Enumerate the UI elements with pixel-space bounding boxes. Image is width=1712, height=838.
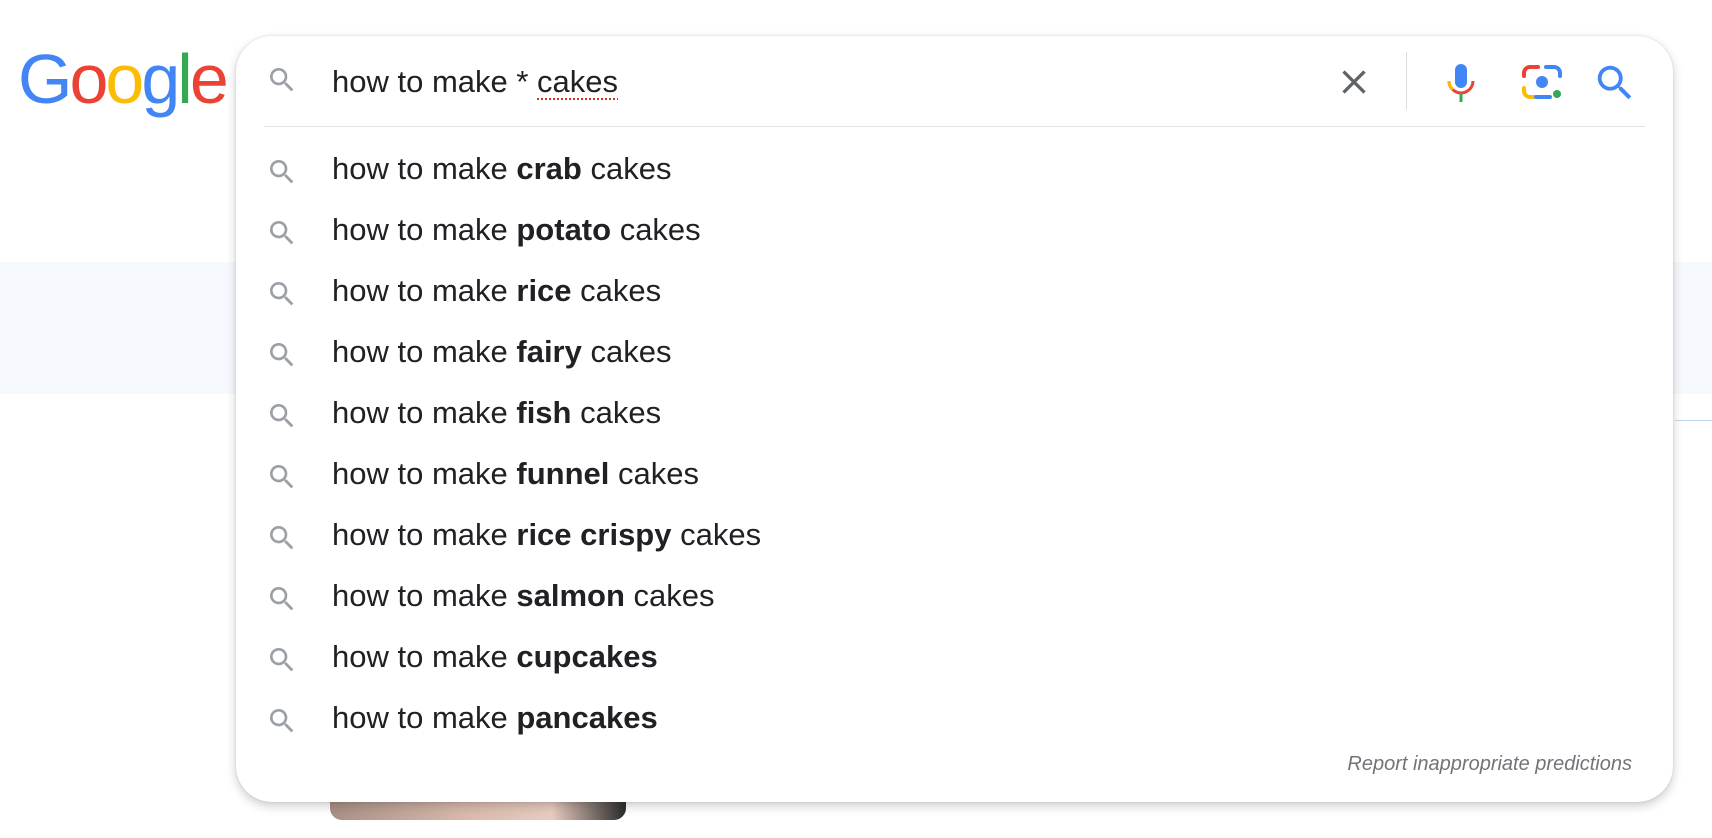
suggestion-suffix: cakes [624,578,715,613]
suggestion-item[interactable]: how to make funnel cakes [236,444,1673,505]
logo-letter-l: l [177,40,192,118]
suggestion-highlight: fairy [516,334,582,369]
suggestion-suffix: cakes [571,273,662,308]
logo-letter-o2: o [105,40,144,118]
logo-letter-e: e [189,40,229,118]
suggestion-prefix: how to make [332,334,517,369]
suggestion-highlight: crab [516,151,582,186]
suggestion-suffix: cakes [611,212,701,247]
suggestion-text: how to make funnel cakes [332,456,699,492]
suggestion-text: how to make potato cakes [332,212,701,248]
suggestion-item[interactable]: how to make fairy cakes [236,322,1673,383]
search-icon [266,339,298,376]
suggestion-item[interactable]: how to make rice cakes [236,261,1673,322]
search-input[interactable]: how to make * cakes [332,64,618,100]
search-icon [266,400,298,437]
voice-search-button[interactable] [1436,58,1486,108]
close-icon [1342,70,1366,94]
search-icon [266,644,298,681]
search-icon [266,217,298,254]
suggestion-suffix: cakes [571,395,662,430]
suggestion-list: how to make crab cakes how to make potat… [236,139,1673,749]
report-predictions-link[interactable]: Report inappropriate predictions [1347,753,1632,776]
google-logo[interactable]: Google [18,40,229,118]
search-icon [266,705,298,742]
search-icon [266,278,298,315]
search-icon [266,64,298,101]
suggestion-prefix: how to make [332,273,517,308]
suggestion-highlight: funnel [516,456,610,491]
suggestion-prefix: how to make [332,517,517,552]
suggestion-text: how to make rice crispy cakes [332,517,761,553]
logo-letter-g: G [18,40,72,118]
suggestion-prefix: how to make [332,639,517,674]
lens-search-button[interactable] [1514,58,1570,108]
suggestion-suffix: cakes [671,517,762,552]
suggestion-item[interactable]: how to make salmon cakes [236,566,1673,627]
suggestion-highlight: fish [516,395,572,430]
suggestion-text: how to make salmon cakes [332,578,715,614]
search-submit-button[interactable] [1592,60,1642,110]
lens-camera-icon [1522,65,1562,99]
suggestion-suffix: cakes [581,334,672,369]
search-icon [266,156,298,193]
misspelled-word: cakes [537,64,619,99]
suggestion-item[interactable]: how to make rice crispy cakes [236,505,1673,566]
search-bar: how to make * cakes [236,36,1673,128]
suggestion-text: how to make crab cakes [332,151,671,187]
suggestion-highlight: rice crispy [516,517,672,552]
suggestion-suffix: cakes [609,456,699,491]
suggestion-item[interactable]: how to make potato cakes [236,200,1673,261]
suggestion-highlight: cupcakes [516,639,658,674]
suggestion-prefix: how to make [332,578,517,613]
toolbar-divider [1406,52,1407,110]
suggestion-highlight: rice [516,273,572,308]
search-submit-icon [1597,65,1632,100]
suggestion-prefix: how to make [332,212,517,247]
suggestion-item[interactable]: how to make fish cakes [236,383,1673,444]
suggestion-text: how to make cupcakes [332,639,658,675]
suggestion-item[interactable]: how to make cupcakes [236,627,1673,688]
suggestion-prefix: how to make [332,700,517,735]
suggestion-text: how to make pancakes [332,700,658,736]
suggestion-text: how to make rice cakes [332,273,661,309]
query-text: how to make * [332,64,538,99]
logo-letter-o1: o [69,40,108,118]
suggestion-highlight: salmon [516,578,625,613]
suggestion-highlight: pancakes [516,700,658,735]
suggestion-divider [264,126,1645,127]
search-icon [266,583,298,620]
search-icon [266,522,298,559]
suggestion-text: how to make fairy cakes [332,334,671,370]
suggestion-prefix: how to make [332,456,517,491]
clear-button[interactable] [1334,62,1374,102]
suggestion-item[interactable]: how to make pancakes [236,688,1673,749]
search-icon [266,461,298,498]
suggestion-prefix: how to make [332,151,517,186]
logo-letter-g2: g [141,40,180,118]
suggestion-highlight: potato [516,212,612,247]
search-suggestion-panel: how to make * cakes how to make crab cak… [236,36,1673,802]
suggestion-item[interactable]: how to make crab cakes [236,139,1673,200]
suggestion-text: how to make fish cakes [332,395,661,431]
microphone-icon [1447,64,1475,102]
suggestion-suffix: cakes [581,151,672,186]
suggestion-prefix: how to make [332,395,517,430]
background-divider [1675,420,1712,421]
